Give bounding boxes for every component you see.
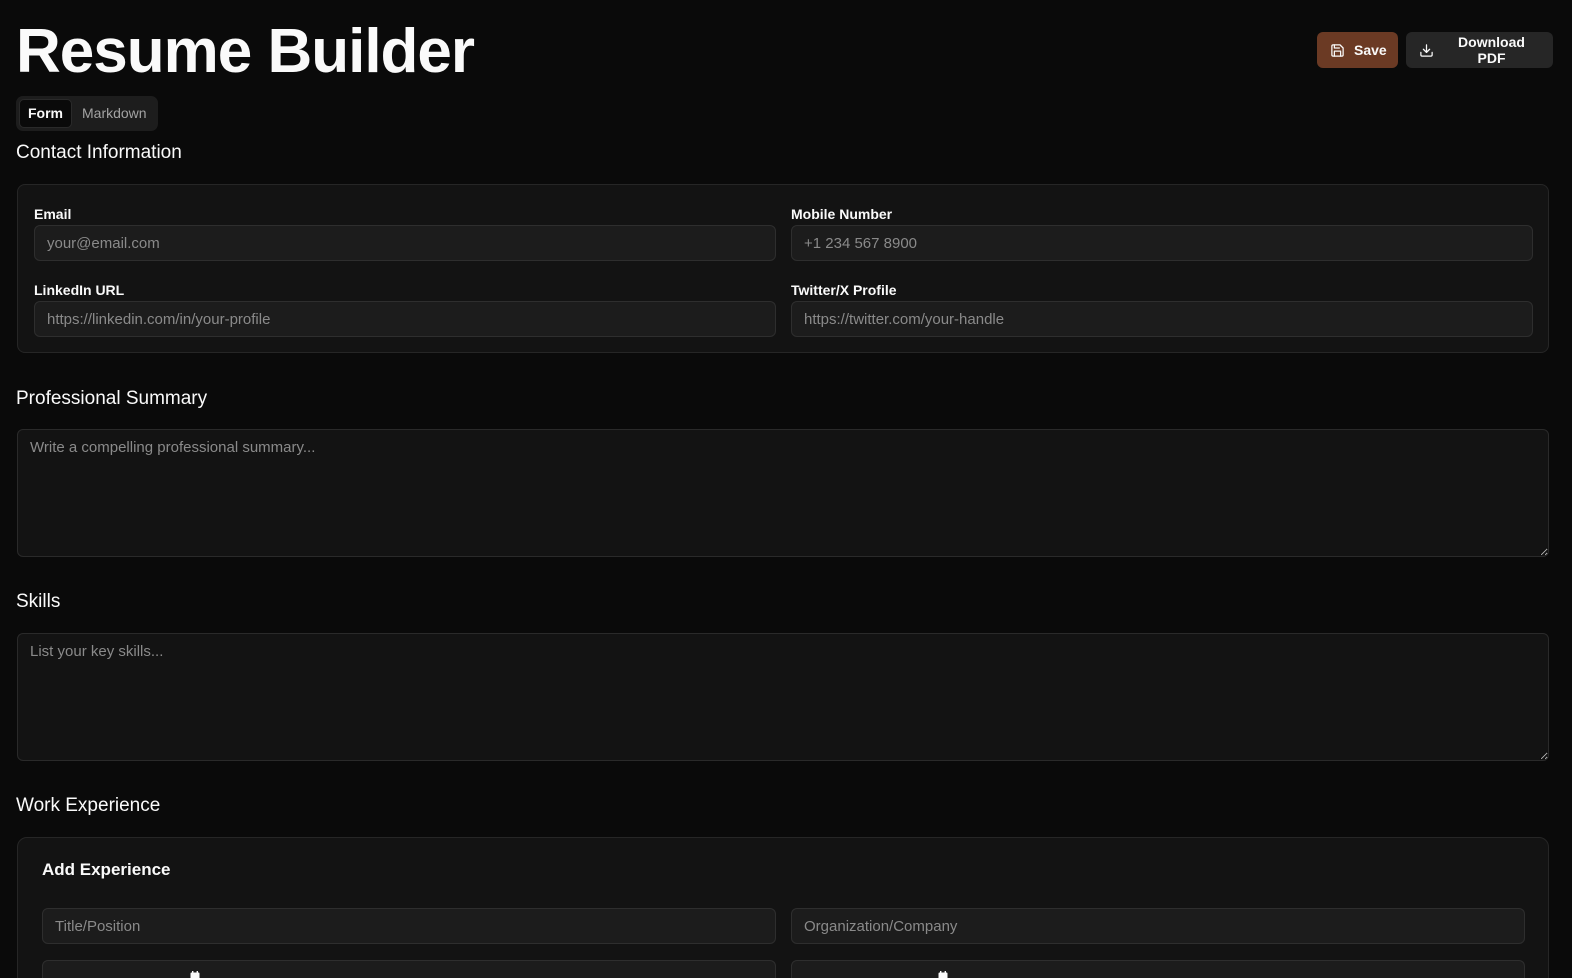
twitter-label: Twitter/X Profile [791, 282, 897, 298]
save-button[interactable]: Save [1317, 32, 1398, 68]
position-input[interactable] [42, 908, 776, 944]
summary-section-title: Professional Summary [16, 388, 208, 409]
add-experience-card: Add Experience [17, 837, 1549, 978]
twitter-field[interactable] [791, 301, 1533, 337]
contact-section-title: Contact Information [16, 142, 182, 163]
linkedin-field[interactable] [34, 301, 776, 337]
skills-section-title: Skills [16, 591, 61, 612]
add-experience-title: Add Experience [42, 860, 171, 879]
resume-builder-page: Resume Builder Save Download PDF Form Ma… [0, 0, 1572, 978]
download-pdf-button[interactable]: Download PDF [1406, 32, 1553, 68]
calendar-icon[interactable] [190, 971, 200, 978]
email-label: Email [34, 206, 72, 222]
skills-textarea[interactable] [17, 633, 1549, 761]
mobile-label: Mobile Number [791, 206, 893, 222]
page-title: Resume Builder [16, 17, 475, 86]
save-icon [1331, 43, 1344, 57]
header-actions: Save Download PDF [1317, 32, 1553, 68]
email-field[interactable] [34, 225, 776, 261]
linkedin-label: LinkedIn URL [34, 282, 125, 298]
end-date-input[interactable] [791, 960, 1525, 978]
download-button-label: Download PDF [1458, 34, 1525, 66]
save-button-label: Save [1354, 42, 1387, 58]
start-date-input[interactable] [42, 960, 776, 978]
contact-card: Email Mobile Number LinkedIn URL Twitter… [17, 184, 1549, 353]
summary-textarea[interactable] [17, 429, 1549, 557]
experience-section-title: Work Experience [16, 795, 161, 816]
tab-markdown[interactable]: Markdown [74, 99, 155, 128]
view-tabs: Form Markdown [16, 96, 158, 131]
mobile-field[interactable] [791, 225, 1533, 261]
company-input[interactable] [791, 908, 1525, 944]
download-icon [1420, 43, 1433, 57]
calendar-icon[interactable] [938, 971, 948, 978]
tab-form[interactable]: Form [19, 99, 72, 128]
